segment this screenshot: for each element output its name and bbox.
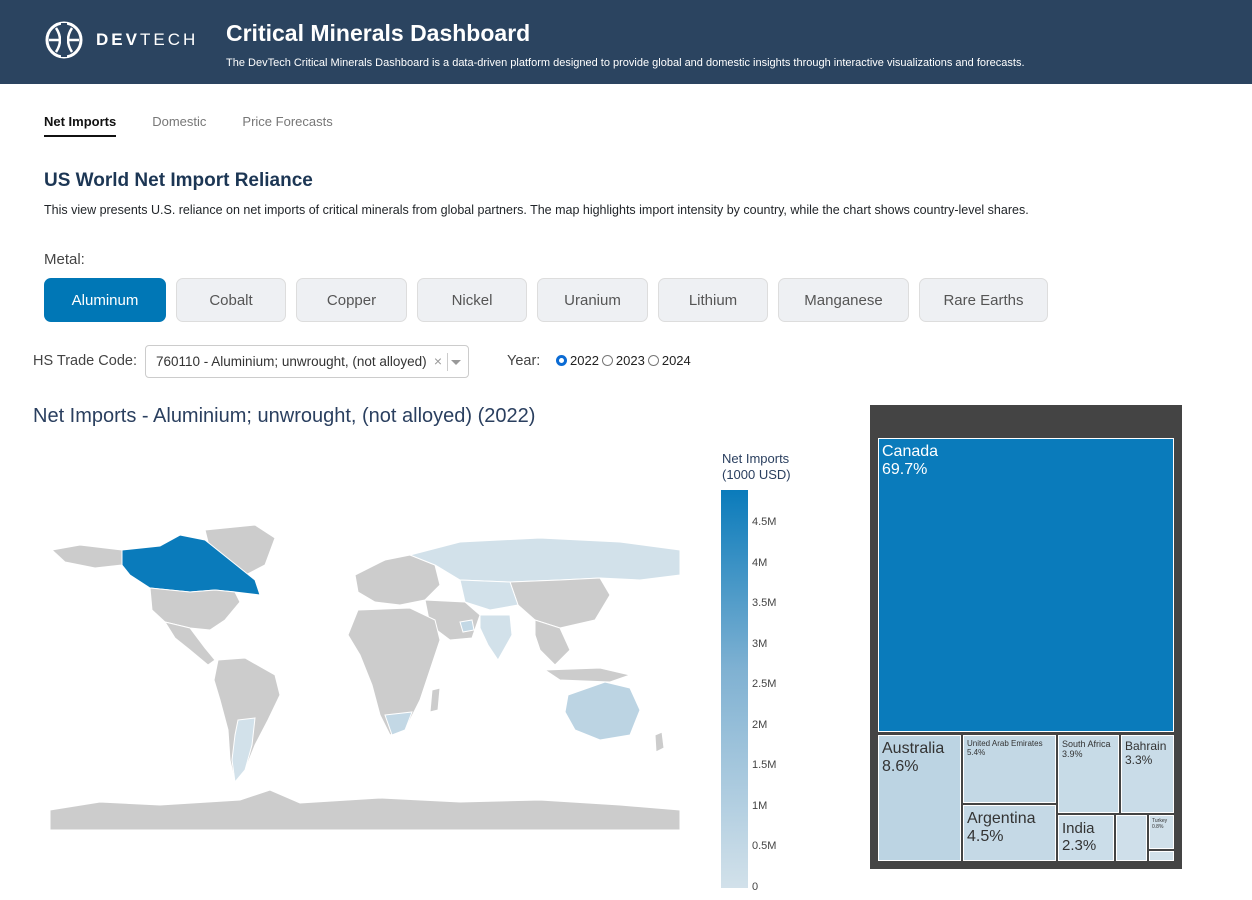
hs-code-dropdown[interactable]: 760110 - Aluminium; unwrought, (not allo…	[145, 345, 469, 378]
metal-button-manganese[interactable]: Manganese	[778, 278, 909, 322]
year-option-label: 2023	[615, 353, 645, 368]
metal-button-group: Aluminum Cobalt Copper Nickel Uranium Li…	[44, 278, 1048, 322]
tab-bar: Net Imports Domestic Price Forecasts	[44, 114, 333, 137]
app-subtitle: The DevTech Critical Minerals Dashboard …	[226, 57, 1025, 69]
chevron-down-icon[interactable]	[451, 360, 461, 365]
map-country-usa	[149, 587, 241, 631]
map-region-indonesia	[543, 667, 632, 683]
logo-wordmark: DEVTECH	[96, 30, 199, 49]
treemap-cell-canada[interactable]: Canada 69.7%	[878, 438, 1174, 732]
metal-button-nickel[interactable]: Nickel	[417, 278, 527, 322]
clear-icon[interactable]: ×	[434, 353, 442, 369]
metal-button-cobalt[interactable]: Cobalt	[176, 278, 286, 322]
colorbar-tick-label: 1.5M	[752, 759, 777, 771]
map-region-east-asia	[509, 577, 611, 629]
hs-code-label: HS Trade Code:	[33, 353, 137, 369]
treemap-cell-tiny[interactable]	[1149, 851, 1174, 861]
treemap-cell-other-small[interactable]	[1116, 815, 1147, 861]
map-country-india	[479, 614, 513, 661]
year-radio-2023[interactable]	[601, 355, 613, 366]
treemap-cell-uae[interactable]: United Arab Emirates 5.4%	[963, 735, 1056, 803]
colorbar-title: Net Imports (1000 USD)	[722, 451, 791, 482]
colorbar-tick-label: 2.5M	[752, 678, 777, 690]
colorbar-tick-label: 0	[752, 880, 759, 893]
treemap-value: 8.6%	[882, 758, 919, 775]
metal-button-uranium[interactable]: Uranium	[537, 278, 648, 322]
metal-button-copper[interactable]: Copper	[296, 278, 407, 322]
treemap-value: 3.3%	[1125, 753, 1153, 767]
dropdown-separator	[447, 353, 448, 371]
treemap-label: Argentina	[967, 810, 1036, 827]
treemap-value: 2.3%	[1062, 837, 1097, 854]
treemap-value: 69.7%	[882, 461, 928, 478]
section-title: US World Net Import Reliance	[44, 170, 313, 191]
treemap-value: 4.5%	[967, 828, 1004, 845]
map-country-madagascar	[429, 687, 441, 713]
colorbar-tick-label: 3.5M	[752, 597, 777, 609]
treemap-cell-bahrain[interactable]: Bahrain 3.3%	[1121, 735, 1174, 813]
treemap-label: Australia	[882, 740, 945, 757]
map-country-australia	[564, 681, 641, 741]
tab-domestic[interactable]: Domestic	[152, 114, 206, 137]
map-country-new-zealand	[654, 731, 665, 753]
treemap-label: Canada	[882, 443, 939, 460]
treemap-label: Bahrain	[1125, 739, 1167, 753]
treemap-chart[interactable]: Canada 69.7% Australia 8.6% United Arab …	[870, 405, 1182, 869]
colorbar-tick-label: 3M	[752, 637, 768, 650]
treemap-value: 3.9%	[1062, 749, 1083, 759]
globe-logo-icon	[45, 21, 83, 59]
year-option-label: 2024	[661, 353, 691, 368]
app-header: DEVTECH Critical Minerals Dashboard The …	[0, 0, 1252, 84]
colorbar	[721, 490, 748, 888]
colorbar-tick-label: 2M	[752, 718, 768, 731]
year-radio-2022[interactable]	[556, 355, 567, 366]
treemap-label: India	[1062, 820, 1095, 837]
metal-button-rare-earths[interactable]: Rare Earths	[919, 278, 1048, 322]
tab-net-imports[interactable]: Net Imports	[44, 114, 117, 137]
treemap-label: United Arab Emirates	[967, 739, 1043, 748]
year-radio-group: 2022 2023 2024	[553, 353, 691, 368]
treemap-label: South Africa	[1062, 739, 1111, 749]
treemap-cell-india[interactable]: India 2.3%	[1058, 815, 1114, 861]
metal-label: Metal:	[44, 251, 85, 268]
year-radio-2024[interactable]	[647, 355, 659, 366]
treemap-cell-australia[interactable]: Australia 8.6%	[878, 735, 961, 861]
year-option-label: 2022	[570, 353, 599, 368]
colorbar-tick-label: 4M	[752, 556, 768, 569]
treemap-value: 5.4%	[967, 748, 986, 757]
year-label: Year:	[507, 353, 541, 369]
treemap-cell-turkey[interactable]: Turkey 0.8%	[1149, 815, 1174, 849]
treemap-cell-argentina[interactable]: Argentina 4.5%	[963, 805, 1056, 861]
devtech-logo[interactable]: DEVTECH	[44, 20, 198, 60]
map-country-russia	[408, 537, 681, 583]
colorbar-tick-label: 4.5M	[752, 516, 777, 528]
map-region-europe	[354, 554, 441, 606]
colorbar-tick-label: 0.5M	[752, 840, 777, 852]
section-description: This view presents U.S. reliance on net …	[44, 203, 1029, 217]
world-choropleth-map[interactable]	[40, 520, 690, 840]
map-region-antarctica	[49, 789, 681, 831]
app-title: Critical Minerals Dashboard	[226, 20, 531, 46]
hs-code-value: 760110 - Aluminium; unwrought, (not allo…	[156, 354, 427, 369]
map-title: Net Imports - Aluminium; unwrought, (not…	[33, 405, 536, 427]
treemap-cell-south-africa[interactable]: South Africa 3.9%	[1058, 735, 1119, 813]
metal-button-aluminum[interactable]: Aluminum	[44, 278, 166, 322]
metal-button-lithium[interactable]: Lithium	[658, 278, 768, 322]
map-country-usa-alaska	[50, 544, 123, 569]
map-country-uae	[459, 619, 475, 633]
tab-price-forecasts[interactable]: Price Forecasts	[242, 114, 332, 137]
colorbar-tick-label: 1M	[752, 799, 768, 812]
treemap-value: 0.8%	[1152, 824, 1164, 830]
